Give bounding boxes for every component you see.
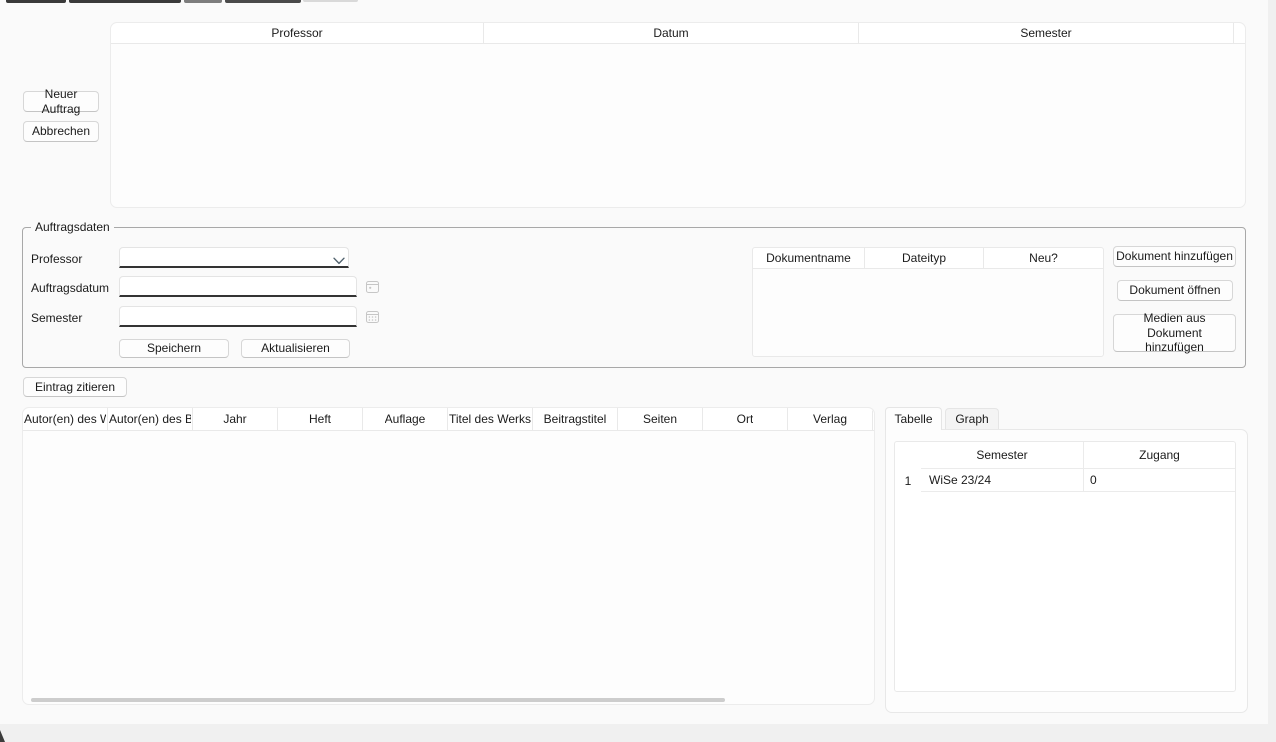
stats-table-row[interactable]: 1 WiSe 23/24 0 xyxy=(895,469,1235,492)
orders-table: Professor Datum Semester xyxy=(110,22,1246,208)
open-document-button[interactable]: Dokument öffnen xyxy=(1117,280,1233,301)
professor-label: Professor xyxy=(31,252,82,266)
zugang-cell: 0 xyxy=(1084,469,1235,492)
documents-col-new[interactable]: Neu? xyxy=(984,248,1103,268)
citations-table-header: Autor(en) des Werks Autor(en) des Beitra… xyxy=(23,408,874,431)
orders-col-datum[interactable]: Datum xyxy=(484,23,859,43)
calendar-month-icon[interactable] xyxy=(366,310,379,323)
tab-graph[interactable]: Graph xyxy=(945,408,999,429)
top-edge-artifact xyxy=(303,0,358,2)
stats-panel: Semester Zugang 1 WiSe 23/24 0 xyxy=(885,429,1248,713)
orders-col-professor[interactable]: Professor xyxy=(111,23,484,43)
cancel-button[interactable]: Abbrechen xyxy=(23,121,99,142)
top-edge-artifact xyxy=(6,0,66,3)
row-number-gutter xyxy=(895,442,921,469)
app-window: Professor Datum Semester Neuer Auftrag A… xyxy=(0,0,1276,742)
documents-col-filetype[interactable]: Dateityp xyxy=(865,248,984,268)
new-order-button[interactable]: Neuer Auftrag xyxy=(23,91,99,112)
tab-tabelle[interactable]: Tabelle xyxy=(885,407,942,430)
horizontal-scrollbar-thumb[interactable] xyxy=(31,698,725,702)
professor-combobox[interactable] xyxy=(119,247,349,268)
semester-input[interactable] xyxy=(119,306,357,327)
citations-col-edition[interactable]: Auflage xyxy=(363,408,448,430)
refresh-button[interactable]: Aktualisieren xyxy=(241,339,350,358)
citations-col-contribution-title[interactable]: Beitragstitel xyxy=(533,408,618,430)
order-form-legend: Auftragsdaten xyxy=(31,220,114,234)
citations-table: Autor(en) des Werks Autor(en) des Beitra… xyxy=(22,407,875,705)
citations-col-work-title[interactable]: Titel des Werks xyxy=(448,408,533,430)
citations-header-filler xyxy=(873,408,874,430)
documents-table: Dokumentname Dateityp Neu? xyxy=(752,247,1104,357)
add-media-from-document-button[interactable]: Medien aus Dokument hinzufügen xyxy=(1113,314,1236,352)
orders-table-header: Professor Datum Semester xyxy=(111,23,1245,44)
citations-col-issue[interactable]: Heft xyxy=(278,408,363,430)
citations-col-author-work[interactable]: Autor(en) des Werks xyxy=(23,408,108,430)
top-edge-artifact xyxy=(69,0,181,3)
order-date-input[interactable] xyxy=(119,276,357,297)
stats-col-semester[interactable]: Semester xyxy=(921,442,1084,469)
order-form-group: Auftragsdaten Professor Auftragsdatum Se… xyxy=(22,227,1246,368)
citations-col-year[interactable]: Jahr xyxy=(193,408,278,430)
documents-table-header: Dokumentname Dateityp Neu? xyxy=(753,248,1103,269)
stats-table: Semester Zugang 1 WiSe 23/24 0 xyxy=(894,441,1236,692)
orders-header-filler xyxy=(1234,23,1245,43)
bottom-frame-strip xyxy=(0,724,1276,742)
row-number: 1 xyxy=(895,469,921,492)
citations-col-author-contribution[interactable]: Autor(en) des Beitrags xyxy=(108,408,193,430)
cite-entry-button[interactable]: Eintrag zitieren xyxy=(23,377,127,397)
citations-col-place[interactable]: Ort xyxy=(703,408,788,430)
stats-col-zugang[interactable]: Zugang xyxy=(1084,442,1235,469)
right-frame-strip xyxy=(1268,0,1276,742)
documents-col-name[interactable]: Dokumentname xyxy=(753,248,865,268)
top-edge-artifact xyxy=(184,0,222,3)
orders-col-semester[interactable]: Semester xyxy=(859,23,1234,43)
stats-table-header: Semester Zugang xyxy=(895,442,1235,469)
calendar-day-icon[interactable] xyxy=(366,280,379,293)
documents-table-body[interactable] xyxy=(753,269,1103,356)
semester-cell: WiSe 23/24 xyxy=(921,469,1084,492)
citations-col-publisher[interactable]: Verlag xyxy=(788,408,873,430)
top-edge-artifact xyxy=(225,0,301,3)
order-date-label: Auftragsdatum xyxy=(31,281,109,295)
semester-label: Semester xyxy=(31,311,82,325)
save-button[interactable]: Speichern xyxy=(119,339,229,358)
orders-table-body[interactable] xyxy=(111,44,1245,208)
citations-table-body[interactable] xyxy=(23,431,874,703)
add-document-button[interactable]: Dokument hinzufügen xyxy=(1113,246,1236,267)
citations-col-pages[interactable]: Seiten xyxy=(618,408,703,430)
chevron-down-icon xyxy=(333,254,345,262)
